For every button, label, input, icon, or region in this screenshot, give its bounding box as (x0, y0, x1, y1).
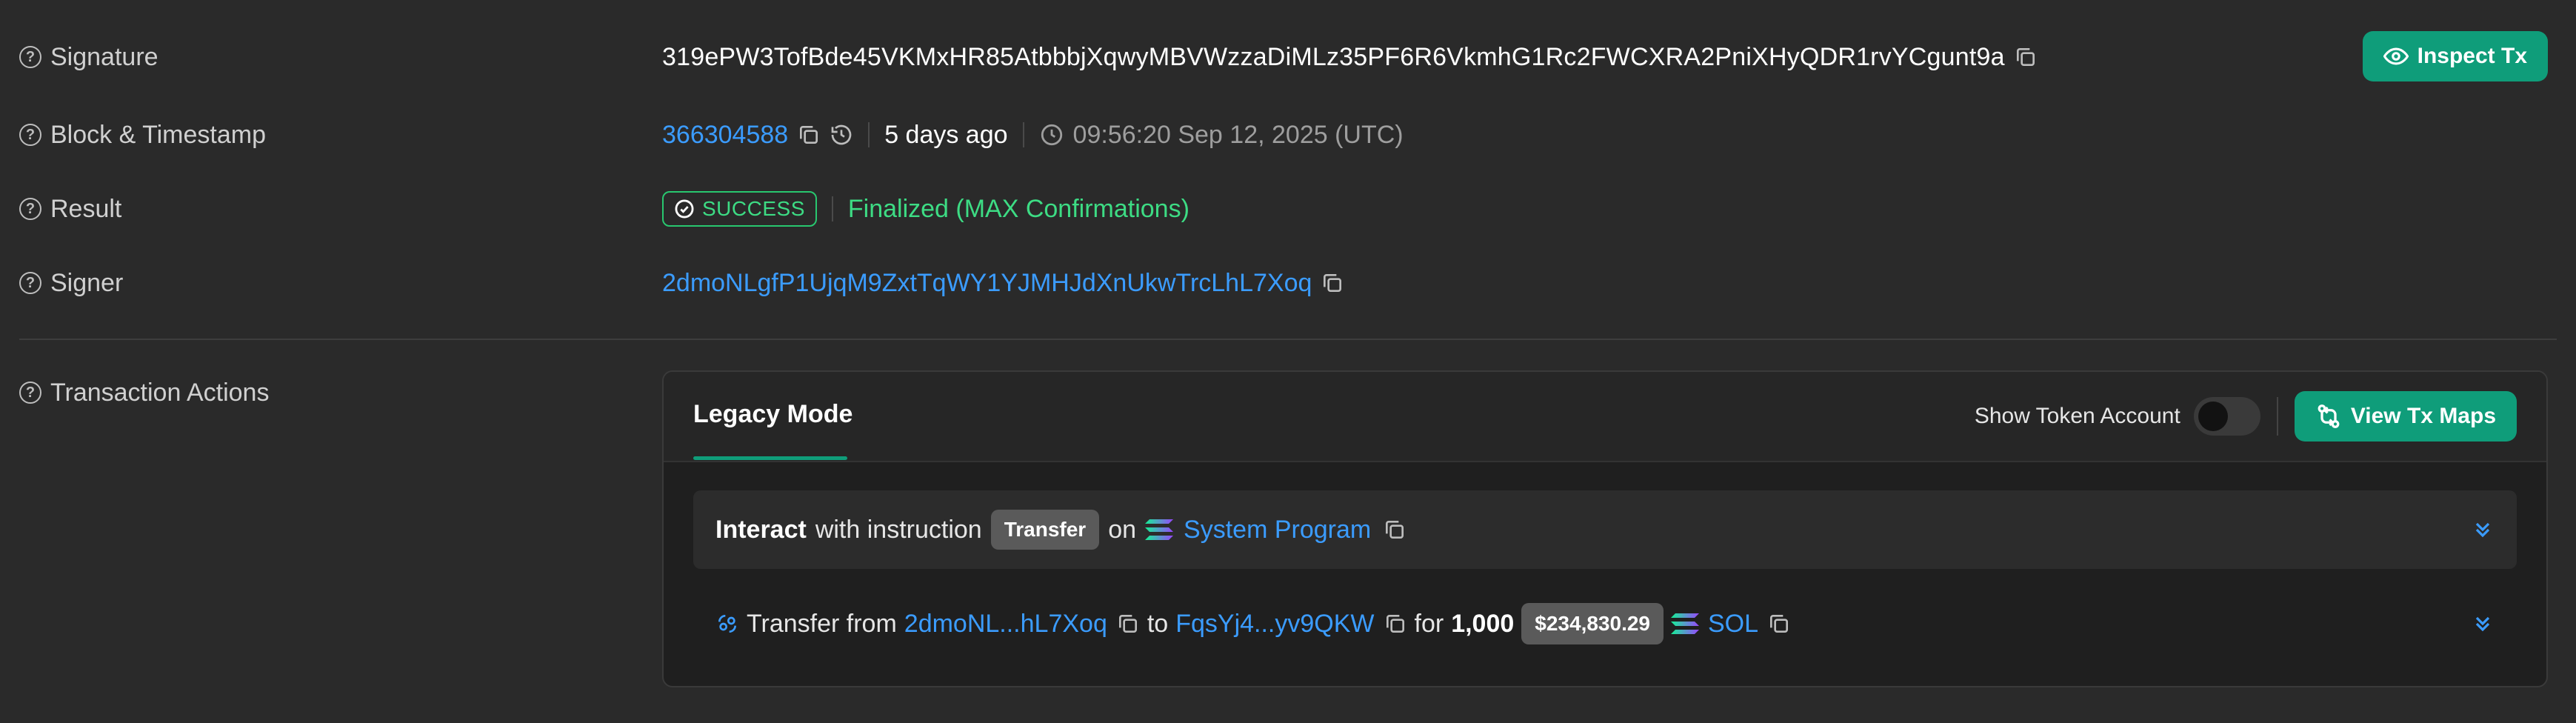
program-link[interactable]: System Program (1184, 516, 1371, 544)
help-icon[interactable]: ? (19, 198, 41, 220)
signature-label-group: ? Signature (19, 43, 662, 72)
block-row: ? Block & Timestamp 366304588 5 days ago… (19, 111, 2557, 159)
copy-icon[interactable] (1321, 271, 1344, 295)
signature-value: 319ePW3TofBde45VKMxHR85AtbbbjXqwyMBVWzza… (662, 42, 2005, 71)
signature-value-group: 319ePW3TofBde45VKMxHR85AtbbbjXqwyMBVWzza… (662, 43, 2557, 72)
actions-row: ? Transaction Actions (19, 369, 656, 416)
block-label: Block & Timestamp (50, 120, 266, 149)
clock-icon (1039, 122, 1064, 147)
transfer-icon (715, 612, 739, 636)
token-link[interactable]: SOL (1708, 610, 1758, 639)
route-icon (2318, 404, 2340, 428)
block-age: 5 days ago (884, 120, 1008, 149)
divider (1022, 122, 1024, 147)
signer-value-group: 2dmoNLgfP1UjqM9ZxtTqWY1YJMHJdXnUkwTrcLhL… (662, 269, 2557, 298)
block-number-link[interactable]: 366304588 (662, 121, 788, 150)
finality-status: Finalized (MAX Confirmations) (847, 194, 1189, 223)
for-word: for (1414, 609, 1444, 638)
history-icon[interactable] (830, 123, 853, 147)
view-tx-maps-label: View Tx Maps (2350, 404, 2496, 428)
help-icon[interactable]: ? (19, 272, 41, 294)
help-icon[interactable]: ? (19, 382, 41, 404)
instruction-middle: with instruction (815, 515, 982, 544)
signature-row: ? Signature 319ePW3TofBde45VKMxHR85Atbbb… (19, 30, 2557, 84)
signature-label: Signature (50, 42, 159, 71)
transfer-amount: 1,000 (1451, 609, 1515, 638)
solana-logo-icon (1145, 518, 1175, 542)
result-value-group: SUCCESS Finalized (MAX Confirmations) (662, 191, 2557, 227)
solana-logo-icon (1671, 612, 1701, 636)
help-icon[interactable]: ? (19, 124, 41, 146)
block-value-group: 366304588 5 days ago 09:56:20 Sep 12, 20… (662, 121, 2557, 150)
instruction-chip: Transfer (990, 510, 1100, 550)
from-address-link[interactable]: 2dmoNL...hL7Xoq (904, 610, 1107, 639)
status-badge: SUCCESS (662, 191, 817, 227)
copy-icon[interactable] (797, 123, 821, 147)
result-label: Result (50, 194, 122, 223)
actions-label-group: ? Transaction Actions (19, 379, 656, 407)
to-word: to (1147, 609, 1169, 638)
copy-icon[interactable] (1383, 518, 1407, 542)
help-icon[interactable]: ? (19, 46, 41, 68)
copy-icon[interactable] (2014, 45, 2038, 69)
block-label-group: ? Block & Timestamp (19, 121, 662, 150)
chevrons-down-icon[interactable] (2471, 612, 2495, 636)
show-token-account-label: Show Token Account (1974, 404, 2180, 428)
copy-icon[interactable] (1767, 612, 1791, 636)
signer-row: ? Signer 2dmoNLgfP1UjqM9ZxtTqWY1YJMHJdXn… (19, 259, 2557, 307)
result-row: ? Result SUCCESS Finalized (MAX Confirma… (19, 185, 2557, 233)
panel-header-controls: Show Token Account View Tx Maps (1975, 391, 2517, 442)
transfer-row: Transfer from 2dmoNL...hL7Xoq to FqsYj4.… (693, 587, 2517, 661)
tab-legacy-mode[interactable]: Legacy Mode (693, 400, 852, 429)
signer-label: Signer (50, 268, 124, 297)
divider (831, 196, 833, 221)
status-badge-label: SUCCESS (702, 197, 805, 220)
toggle-knob (2198, 402, 2228, 431)
divider (868, 122, 870, 147)
panel-header: Legacy Mode Show Token Account View Tx M… (664, 372, 2546, 462)
instruction-on: on (1108, 515, 1137, 544)
check-circle-icon (675, 199, 694, 219)
usd-value-chip: $234,830.29 (1521, 603, 1664, 644)
result-label-group: ? Result (19, 195, 662, 224)
signer-address-link[interactable]: 2dmoNLgfP1UjqM9ZxtTqWY1YJMHJdXnUkwTrcLhL… (662, 269, 1312, 298)
eye-icon (2383, 47, 2409, 65)
show-token-account-toggle[interactable] (2193, 397, 2260, 436)
view-tx-maps-button[interactable]: View Tx Maps (2294, 391, 2517, 442)
actions-label: Transaction Actions (50, 378, 270, 407)
inspect-tx-button[interactable]: Inspect Tx (2362, 31, 2548, 81)
instruction-bar[interactable]: Interact with instruction Transfer on Sy… (693, 490, 2517, 569)
transfer-text: Transfer from (747, 609, 897, 638)
block-timestamp: 09:56:20 Sep 12, 2025 (UTC) (1072, 120, 1404, 149)
section-divider (19, 339, 2557, 340)
active-tab-indicator (693, 456, 847, 460)
transaction-details-page: ? Signature 319ePW3TofBde45VKMxHR85Atbbb… (0, 0, 2576, 723)
copy-icon[interactable] (1116, 612, 1140, 636)
instruction-prefix: Interact (715, 515, 807, 544)
copy-icon[interactable] (1384, 612, 1407, 636)
signer-label-group: ? Signer (19, 269, 662, 298)
divider (2276, 397, 2278, 436)
chevrons-down-icon[interactable] (2471, 518, 2495, 542)
transaction-actions-panel: Legacy Mode Show Token Account View Tx M… (662, 370, 2548, 687)
inspect-tx-label: Inspect Tx (2417, 44, 2527, 68)
to-address-link[interactable]: FqsYj4...yv9QKW (1175, 610, 1374, 639)
